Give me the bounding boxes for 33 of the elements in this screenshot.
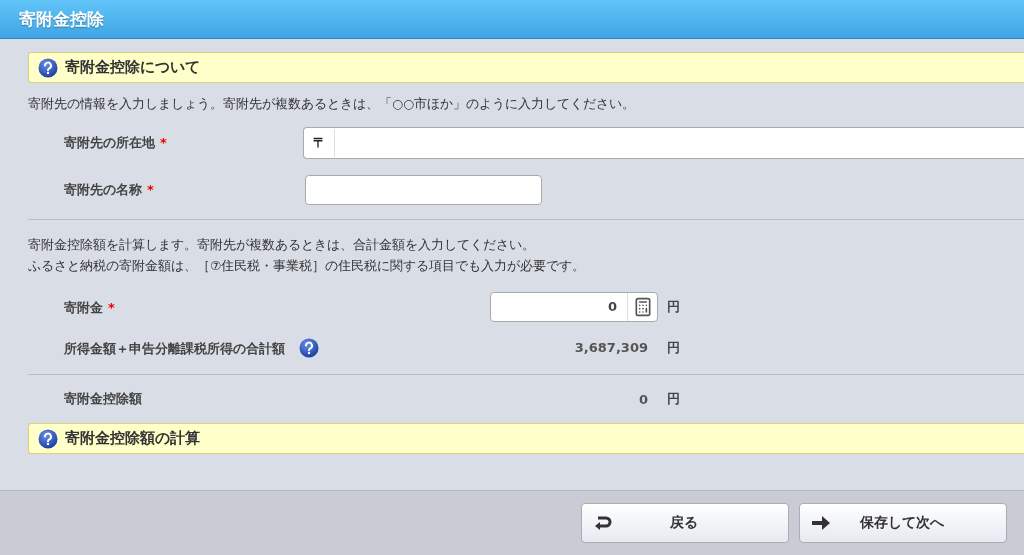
- right-arrow-icon: [812, 516, 830, 530]
- unit-label: 円: [667, 390, 681, 408]
- note-text: ふるさと納税の寄附金額は、［⑦住民税・事業税］の住民税に関する項目でも入力が必要です。: [28, 257, 587, 275]
- required-mark: *: [108, 299, 115, 315]
- name-field[interactable]: [305, 174, 542, 205]
- info-panel[interactable]: 寄附金控除について: [28, 52, 1024, 83]
- back-button[interactable]: 戻る: [581, 503, 789, 543]
- postal-mark: 〒: [304, 128, 335, 157]
- field-value: 0: [606, 299, 618, 314]
- note-text: 寄附金控除額を計算します。寄附先が複数あるときは、合計金額を入力してください。: [28, 236, 536, 254]
- help-icon[interactable]: [299, 337, 319, 358]
- amount-field[interactable]: 0: [490, 291, 658, 322]
- field-label: 寄附金: [64, 299, 103, 315]
- help-icon[interactable]: [38, 57, 58, 78]
- calc-panel[interactable]: 寄附金控除額の計算: [28, 423, 1024, 454]
- amount-value: 0: [638, 391, 649, 407]
- field-label: 寄附金控除額: [64, 390, 143, 408]
- help-icon[interactable]: [38, 428, 58, 449]
- required-mark: *: [147, 182, 154, 197]
- panel-title: 寄附金控除について: [65, 58, 200, 77]
- intro-text: 寄附先の情報を入力しましょう。寄附先が複数あるときは、「○○市ほか」のように入力してください。: [28, 95, 636, 113]
- field-label: 寄附先の名称: [64, 180, 142, 199]
- address-field[interactable]: 〒: [303, 126, 1024, 159]
- amount-value: 3,687,309: [574, 340, 649, 355]
- unit-label: 円: [667, 338, 681, 357]
- required-mark: *: [160, 135, 167, 150]
- unit-label: 円: [667, 297, 681, 316]
- window-title: 寄附金控除: [19, 7, 104, 31]
- field-label: 所得金額＋申告分離課税所得の合計額: [64, 340, 285, 356]
- save-next-button[interactable]: 保存して次へ: [799, 503, 1007, 543]
- field-label: 寄附先の所在地: [64, 133, 155, 152]
- return-arrow-icon: [594, 516, 612, 530]
- panel-title: 寄附金控除額の計算: [65, 429, 200, 448]
